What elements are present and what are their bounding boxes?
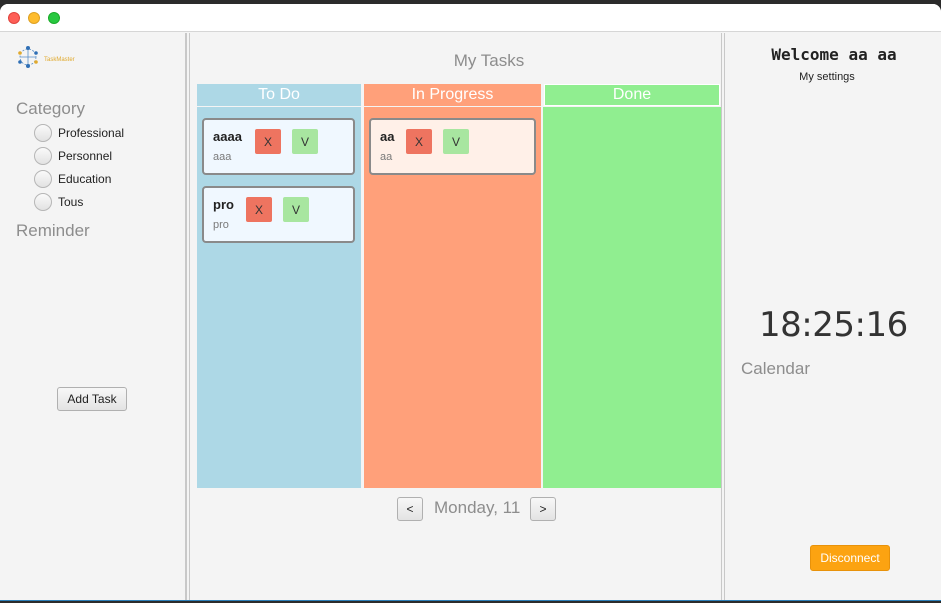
task-description: aa xyxy=(380,151,393,163)
category-label: Personnel xyxy=(58,149,113,163)
my-settings-link[interactable]: My settings xyxy=(727,71,927,83)
column-header-in-progress: In Progress xyxy=(364,84,541,106)
left-sidebar: TaskMaster Category Professional Personn… xyxy=(0,33,186,600)
category-option-education[interactable]: Education xyxy=(34,169,111,189)
delete-task-button[interactable]: X xyxy=(255,129,281,154)
task-card[interactable]: pro pro X V xyxy=(202,186,355,243)
delete-task-button[interactable]: X xyxy=(406,129,432,154)
radio-button[interactable] xyxy=(34,147,52,165)
reminder-title: Reminder xyxy=(16,221,90,240)
minimize-window-button[interactable] xyxy=(28,12,40,24)
column-header-done: Done xyxy=(544,84,720,106)
radio-button[interactable] xyxy=(34,193,52,211)
disconnect-button[interactable]: Disconnect xyxy=(810,545,890,571)
app-logo: TaskMaster xyxy=(14,41,75,73)
task-title: aaaa xyxy=(213,129,242,144)
validate-task-button[interactable]: V xyxy=(283,197,309,222)
split-divider-left[interactable] xyxy=(186,33,190,600)
task-title: pro xyxy=(213,197,234,212)
task-description: aaa xyxy=(213,151,232,163)
column-in-progress: aa aa X V xyxy=(364,107,541,488)
task-card[interactable]: aaaa aaa X V xyxy=(202,118,355,175)
task-title: aa xyxy=(380,129,395,144)
category-option-personnel[interactable]: Personnel xyxy=(34,146,112,166)
logo-icon xyxy=(18,46,38,68)
task-description: pro xyxy=(213,219,229,231)
category-label: Professional xyxy=(58,126,125,140)
app-window: TaskMaster Category Professional Personn… xyxy=(0,4,941,601)
column-done xyxy=(543,107,721,488)
category-label: Tous xyxy=(58,195,84,209)
radio-button[interactable] xyxy=(34,124,52,142)
calendar-title: Calendar xyxy=(741,359,810,378)
board-title: My Tasks xyxy=(453,51,525,70)
column-header-todo: To Do xyxy=(197,84,361,106)
clock-display: 18:25:16 xyxy=(759,305,908,345)
validate-task-button[interactable]: V xyxy=(292,129,318,154)
maximize-window-button[interactable] xyxy=(48,12,60,24)
category-option-tous[interactable]: Tous xyxy=(34,192,83,212)
category-option-professional[interactable]: Professional xyxy=(34,123,124,143)
close-window-button[interactable] xyxy=(8,12,20,24)
task-card[interactable]: aa aa X V xyxy=(369,118,536,175)
welcome-message: Welcome aa aa xyxy=(771,45,897,64)
validate-task-button[interactable]: V xyxy=(443,129,469,154)
category-title: Category xyxy=(16,99,85,118)
previous-day-button[interactable]: < xyxy=(397,497,423,521)
add-task-button[interactable]: Add Task xyxy=(57,387,127,411)
next-day-button[interactable]: > xyxy=(530,497,556,521)
delete-task-button[interactable]: X xyxy=(246,197,272,222)
current-date-label: Monday, 11 xyxy=(434,498,521,517)
split-divider-right[interactable] xyxy=(721,33,725,600)
column-todo: aaaa aaa X V pro pro X V xyxy=(197,107,361,488)
title-bar xyxy=(0,4,941,32)
category-label: Education xyxy=(58,172,112,186)
account-panel: Welcome aa aa My settings 18:25:16 Calen… xyxy=(727,33,941,600)
radio-button[interactable] xyxy=(34,170,52,188)
task-board: My Tasks To Do In Progress Done aaaa aaa… xyxy=(191,33,721,600)
logo-text: TaskMaster xyxy=(44,57,75,63)
